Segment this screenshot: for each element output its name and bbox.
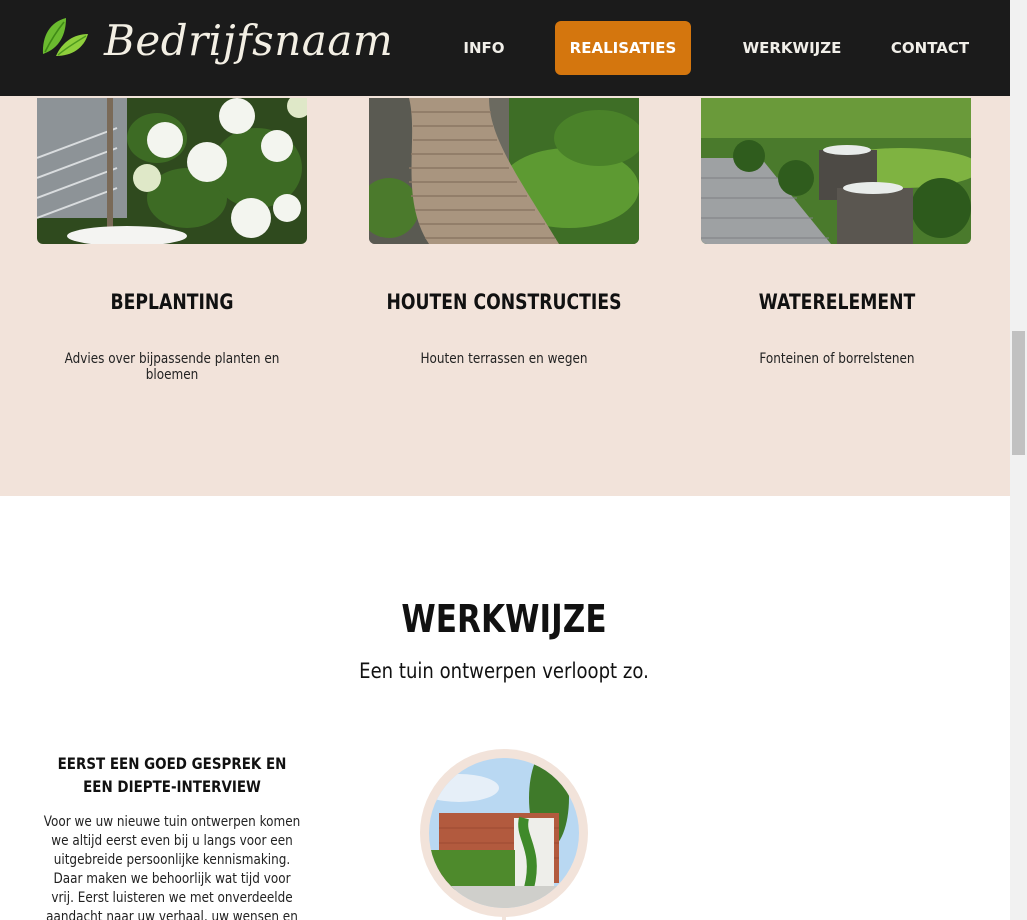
timeline-connector	[502, 912, 506, 920]
service-description-houten-constructies: Houten terrassen en wegen	[420, 351, 588, 367]
nav-item-werkwijze[interactable]: WERKWIJZE	[734, 21, 850, 75]
step-title: EERST EEN GOED GESPREK EN EEN DIEPTE-INT…	[57, 754, 287, 796]
fountain-garden-photo	[701, 98, 971, 244]
nav-item-info[interactable]: INFO	[452, 21, 516, 75]
services-section: BEPLANTING HOUTEN CONSTRUCTIES WATERELEM…	[0, 96, 1010, 496]
step-description: Voor we uw nieuwe tuin ontwerpen komen w…	[43, 814, 301, 920]
wooden-path-photo	[369, 98, 639, 244]
service-title-houten-constructies: HOUTEN CONSTRUCTIES	[386, 290, 622, 314]
top-navigation-bar: Bedrijfsnaam INFO REALISATIES WERKWIJZE …	[0, 0, 1010, 96]
service-title-beplanting: BEPLANTING	[110, 290, 234, 314]
nav-item-realisaties[interactable]: REALISATIES	[555, 21, 691, 75]
nav-item-contact[interactable]: CONTACT	[884, 21, 976, 75]
scrollbar-track[interactable]	[1010, 0, 1027, 920]
service-title-waterelement: WATERELEMENT	[758, 290, 916, 314]
house-photo	[420, 749, 588, 917]
service-description-beplanting: Advies over bijpassende planten en bloem…	[64, 351, 280, 383]
hydrangea-photo	[37, 98, 307, 244]
brand-name[interactable]: Bedrijfsnaam	[104, 16, 393, 65]
scrollbar-thumb[interactable]	[1012, 331, 1025, 455]
werkwijze-subtitle: Een tuin ontwerpen verloopt zo.	[359, 659, 649, 683]
werkwijze-heading: WERKWIJZE	[401, 597, 607, 641]
leaf-icon[interactable]	[40, 16, 90, 58]
service-description-waterelement: Fonteinen of borrelstenen	[759, 351, 915, 367]
